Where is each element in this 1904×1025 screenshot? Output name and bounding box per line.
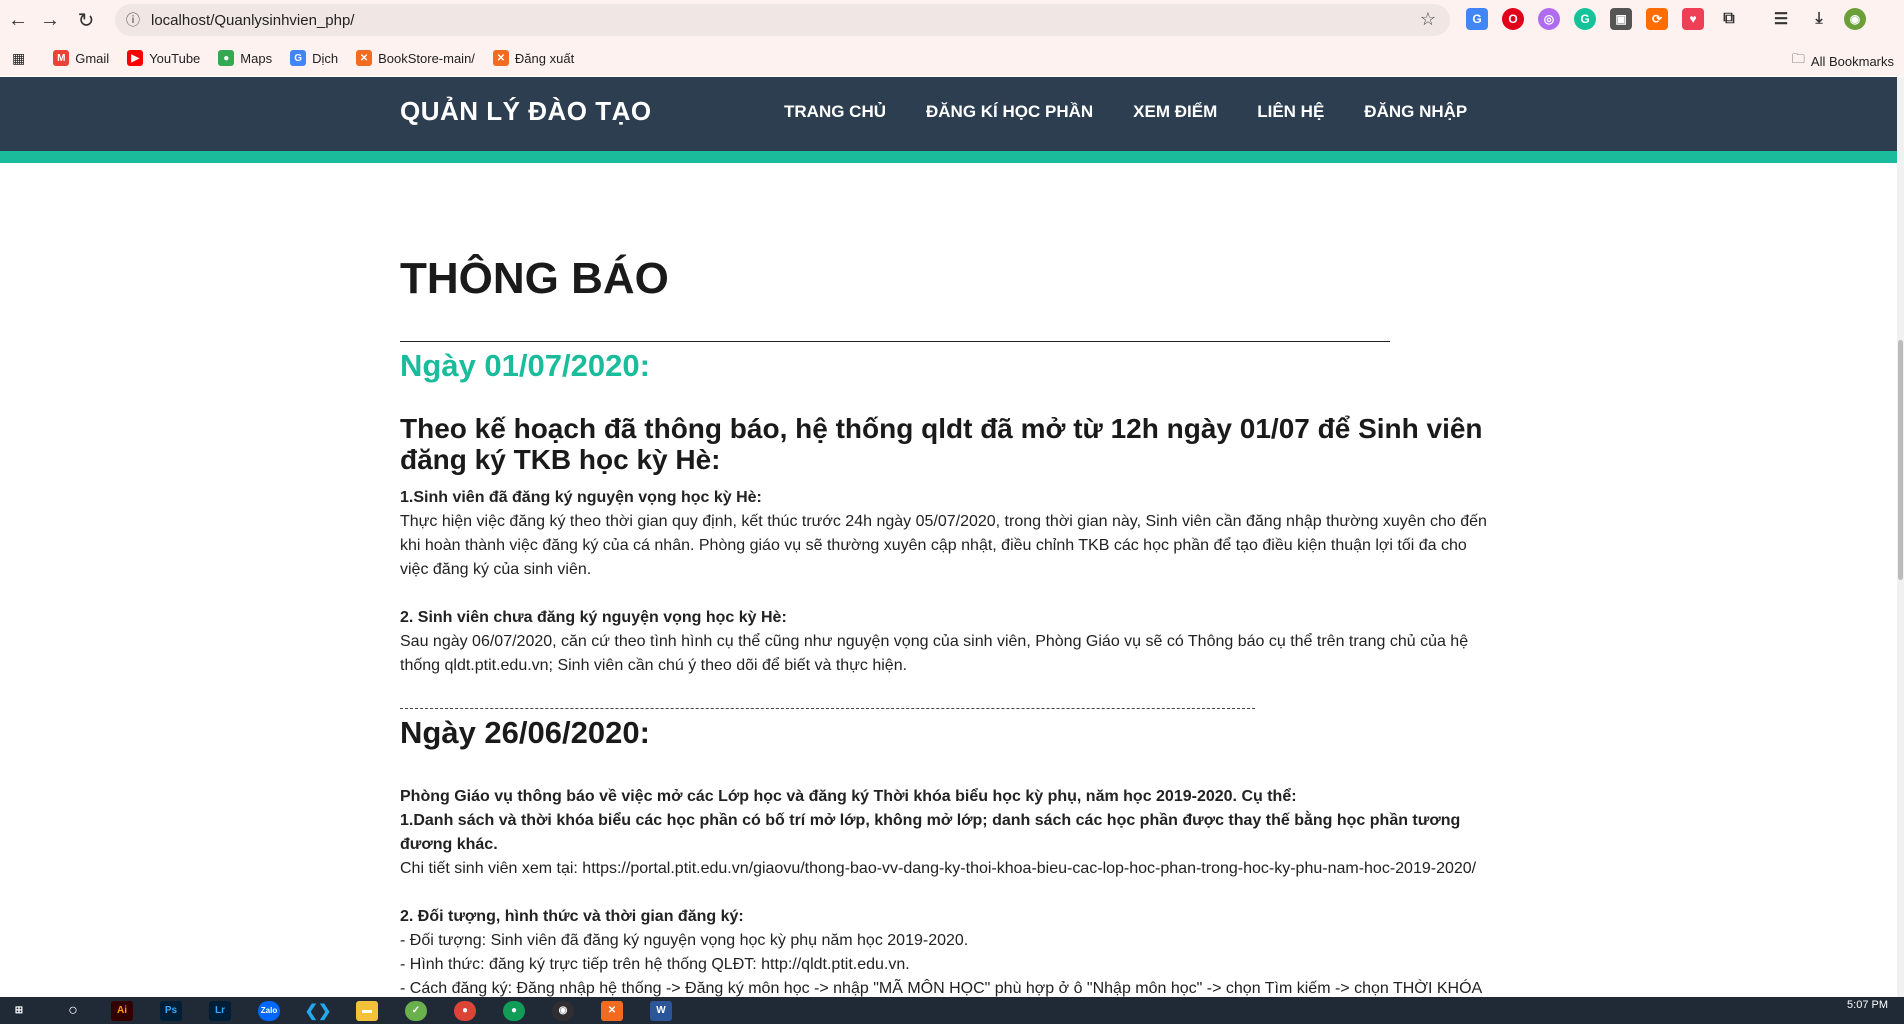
folder-icon: 🗀 xyxy=(1791,51,1805,66)
clock-time: 5:07 PM xyxy=(1847,999,1888,1011)
app-green-icon[interactable]: ✓ xyxy=(405,1000,427,1021)
notice2-section1-text: Chi tiết sinh viên xem tại: https://port… xyxy=(400,859,1477,877)
forward-icon[interactable]: → xyxy=(32,2,68,38)
windows-taskbar: ⊞ ○ Ai Ps Lr Zalo ❮❯ ▬ ✓ ● ● ◉ ✕ W 5:07 … xyxy=(0,997,1904,1024)
sync-extension-icon[interactable]: ⟳ xyxy=(1646,8,1668,30)
file-explorer-icon[interactable]: ▬ xyxy=(356,1000,378,1021)
notice1-section2-text: Sau ngày 06/07/2020, căn cứ theo tình hì… xyxy=(400,632,1469,674)
gmail-icon: M xyxy=(53,50,70,66)
notice-content: THÔNG BÁO Ngày 01/07/2020: Theo kế hoạch… xyxy=(400,254,1490,1025)
site-info-icon[interactable]: ⓘ xyxy=(119,10,147,30)
notice2-section2-line2: - Hình thức: đăng ký trực tiếp trên hệ t… xyxy=(400,955,910,973)
browser-toolbar: ← → ↻ ⓘ localhost/Quanlysinhvien_php/ ☆ … xyxy=(0,0,1904,40)
youtube-icon: ▶ xyxy=(127,50,144,66)
pocket-extension-icon[interactable]: ♥ xyxy=(1682,8,1704,30)
bookmark-gmail[interactable]: M Gmail xyxy=(53,50,109,66)
notice2-intro: Phòng Giáo vụ thông báo về việc mở các L… xyxy=(400,787,1297,805)
scrollbar-thumb[interactable] xyxy=(1898,340,1903,580)
notice1-date: Ngày 01/07/2020: xyxy=(400,348,650,384)
opera-extension-icon[interactable]: O xyxy=(1502,8,1524,30)
bookmark-bookstore[interactable]: ✕ BookStore-main/ xyxy=(356,50,475,66)
search-icon[interactable]: ○ xyxy=(62,1001,84,1021)
word-icon[interactable]: W xyxy=(650,1000,672,1021)
menu-dang-nhap[interactable]: ĐĂNG NHẬP xyxy=(1364,102,1467,122)
zalo-icon[interactable]: Zalo xyxy=(258,1000,280,1021)
chrome-profile-icon[interactable]: ● xyxy=(503,1000,525,1021)
bookmark-label: BookStore-main/ xyxy=(378,50,475,66)
header-accent-bar xyxy=(0,151,1897,163)
illustrator-icon[interactable]: Ai xyxy=(111,1000,133,1021)
notice2-date: Ngày 26/06/2020: xyxy=(400,714,650,750)
bookmark-translate[interactable]: G Dịch xyxy=(290,50,338,66)
image-extension-icon[interactable]: ▣ xyxy=(1610,8,1632,30)
notice1-headline: Theo kế hoạch đã thông báo, hệ thống qld… xyxy=(400,413,1483,476)
bookmark-label: Dịch xyxy=(312,50,339,66)
color-extension-icon[interactable]: ◎ xyxy=(1538,8,1560,30)
bookmarks-bar: ▦ M Gmail ▶ YouTube ● Maps G Dịch ✕ Book… xyxy=(0,40,1904,76)
obs-icon[interactable]: ◉ xyxy=(552,1000,574,1021)
notice2-section2-title: 2. Đối tượng, hình thức và thời gian đăn… xyxy=(400,907,744,925)
all-bookmarks-button[interactable]: 🗀 All Bookmarks xyxy=(1792,50,1894,72)
page-title: THÔNG BÁO xyxy=(400,254,669,303)
address-bar[interactable]: ⓘ localhost/Quanlysinhvien_php/ ☆ xyxy=(115,4,1450,36)
title-divider xyxy=(400,341,1390,343)
xampp-icon: ✕ xyxy=(356,50,373,66)
profile-avatar[interactable]: ◉ xyxy=(1844,8,1866,30)
windows-start-icon[interactable]: ⊞ xyxy=(8,1001,30,1021)
bookmark-star-icon[interactable]: ☆ xyxy=(1420,9,1436,30)
system-clock[interactable]: 5:07 PM xyxy=(1847,999,1888,1012)
download-icon[interactable]: ⤓ xyxy=(1808,8,1830,30)
vscode-icon[interactable]: ❮❯ xyxy=(305,1001,332,1021)
menu-xem-diem[interactable]: XEM ĐIỂM xyxy=(1133,102,1217,122)
notice2-section2-line1: - Đối tượng: Sinh viên đã đăng ký nguyện… xyxy=(400,931,969,949)
notice-divider xyxy=(400,707,1255,709)
grammarly-extension-icon[interactable]: G xyxy=(1574,8,1596,30)
back-icon[interactable]: ← xyxy=(0,2,36,38)
notice1-section2-title: 2. Sinh viên chưa đăng ký nguyện vọng họ… xyxy=(400,608,787,626)
translate-icon: G xyxy=(290,50,307,66)
lightroom-icon[interactable]: Lr xyxy=(209,1000,231,1021)
bookmark-label: Gmail xyxy=(75,50,110,66)
site-brand[interactable]: QUẢN LÝ ĐÀO TẠO xyxy=(400,96,652,127)
maps-icon: ● xyxy=(218,50,235,66)
bookmark-youtube[interactable]: ▶ YouTube xyxy=(127,50,200,66)
notice1-section1-text: Thực hiện việc đăng ký theo thời gian qu… xyxy=(400,512,1487,578)
xampp-icon[interactable]: ✕ xyxy=(601,1000,623,1021)
bookmark-label: YouTube xyxy=(149,50,201,66)
bookmark-label: Maps xyxy=(240,50,273,66)
chrome-icon[interactable]: ● xyxy=(454,1000,476,1021)
notice1-section1-title: 1.Sinh viên đã đăng ký nguyện vọng học k… xyxy=(400,488,762,506)
menu-trang-chu[interactable]: TRANG CHỦ xyxy=(784,102,886,122)
all-bookmarks-label: All Bookmarks xyxy=(1810,53,1894,69)
notice2-section1-title: 1.Danh sách và thời khóa biểu các học ph… xyxy=(400,811,1461,853)
bookmark-maps[interactable]: ● Maps xyxy=(218,50,272,66)
reload-icon[interactable]: ↻ xyxy=(68,2,104,38)
menu-dang-ki-hoc-phan[interactable]: ĐĂNG KÍ HỌC PHẦN xyxy=(926,102,1093,122)
reading-list-icon[interactable]: ☰ xyxy=(1770,8,1792,30)
puzzle-extensions-icon[interactable]: ⧉ xyxy=(1718,8,1740,30)
bookmark-label: Đăng xuất xyxy=(514,50,575,66)
menu-lien-he[interactable]: LIÊN HỆ xyxy=(1257,102,1324,122)
apps-grid-icon[interactable]: ▦ xyxy=(12,50,25,67)
url-text: localhost/Quanlysinhvien_php/ xyxy=(151,11,355,29)
translate-extension-icon[interactable]: G xyxy=(1466,8,1488,30)
photoshop-icon[interactable]: Ps xyxy=(160,1000,182,1021)
bookmark-dang-xuat[interactable]: ✕ Đăng xuất xyxy=(492,50,575,66)
main-menu: TRANG CHỦ ĐĂNG KÍ HỌC PHẦN XEM ĐIỂM LIÊN… xyxy=(784,102,1507,122)
xampp-icon: ✕ xyxy=(492,50,509,66)
